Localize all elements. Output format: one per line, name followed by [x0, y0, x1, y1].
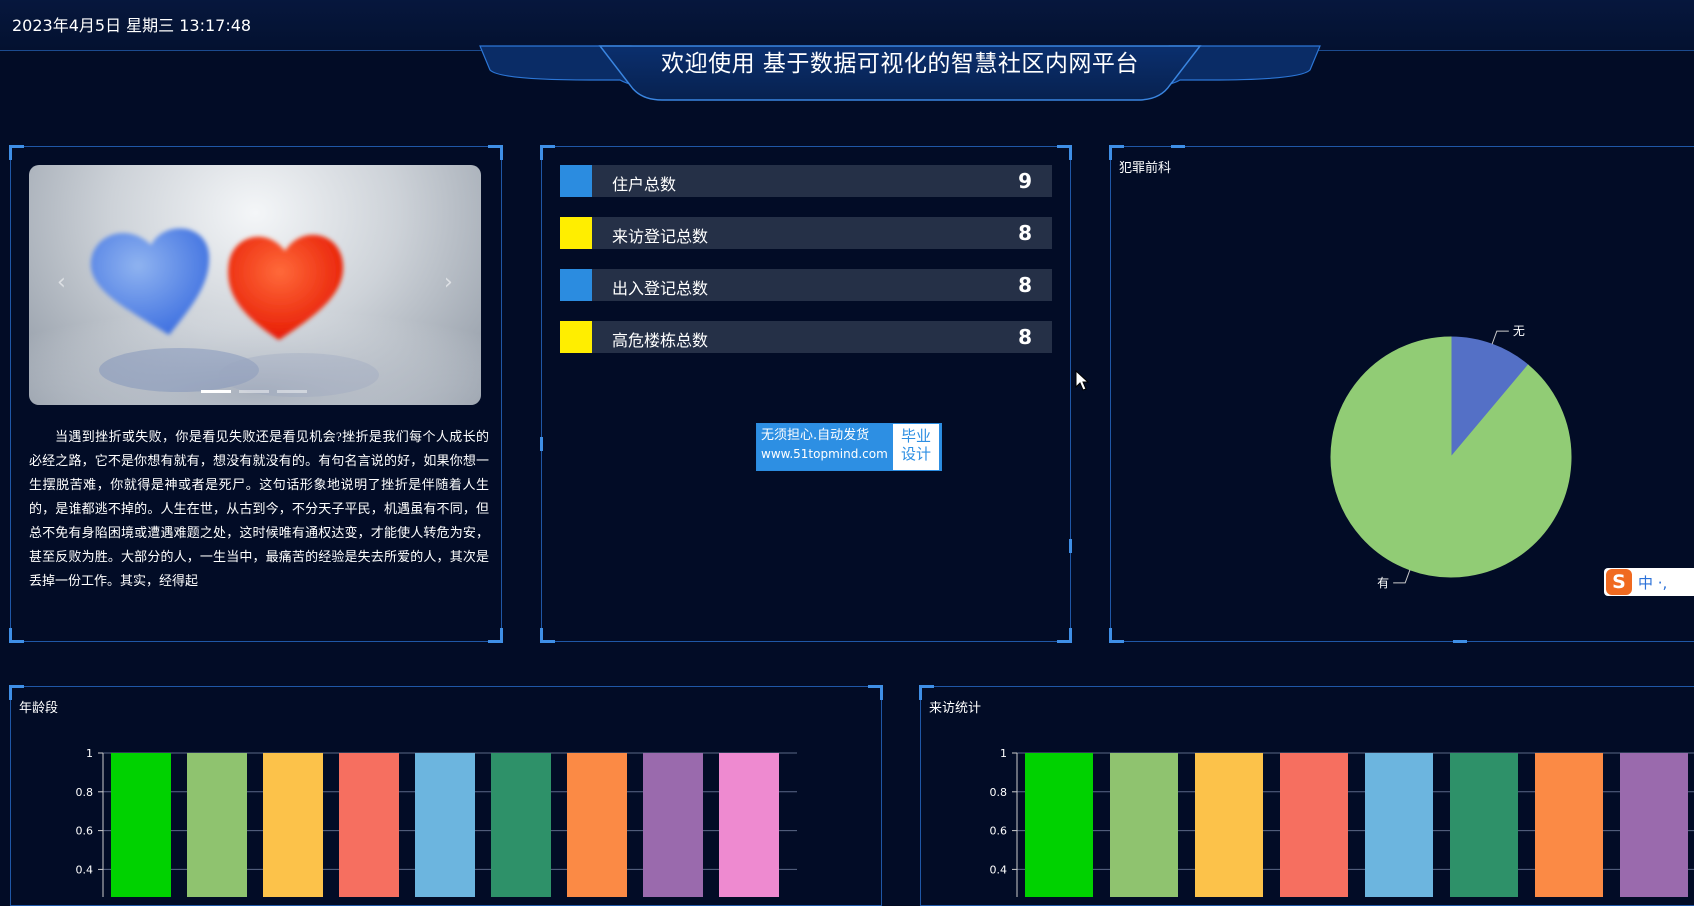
badge-tag-line1: 毕业	[900, 427, 931, 445]
ime-mode[interactable]: 中 ·,	[1638, 572, 1667, 593]
bar	[1195, 753, 1263, 897]
stat-value: 9	[1018, 169, 1032, 193]
panel-corner	[1057, 628, 1072, 643]
panel-corner	[9, 145, 24, 160]
bar	[1280, 753, 1348, 897]
y-tick-label: 0.8	[76, 786, 94, 799]
panel-corner	[540, 145, 555, 160]
stat-value: 8	[1018, 325, 1032, 349]
y-tick-label: 0.6	[76, 825, 94, 838]
mouse-cursor-icon	[1075, 370, 1089, 391]
intro-panel: ‹ › 当遇到挫折或失败，你是看见失败还是看见机会?挫折是我们每个人成长的必经之…	[9, 145, 503, 643]
ime-toolbar[interactable]: S 中 ·,	[1604, 568, 1694, 596]
age-group-panel: 年龄段 1 0.8 0.6 0.4	[9, 685, 883, 906]
carousel-dot[interactable]	[277, 390, 307, 393]
badge-tag-line2: 设计	[900, 445, 931, 463]
panel-edge-mark	[540, 437, 543, 451]
y-tick-label: 0.4	[76, 863, 94, 876]
bar	[1620, 753, 1688, 897]
visit-stats-panel: 来访统计 1 0.8 0.6 0.4	[919, 685, 1694, 906]
panel-corner	[488, 145, 503, 160]
y-tick-label: 0.4	[990, 863, 1008, 876]
stat-label: 高危楼栋总数	[612, 331, 709, 350]
carousel-next-icon[interactable]: ›	[444, 270, 453, 295]
panel-corner	[9, 628, 24, 643]
crime-pie-chart[interactable]: 无有	[1111, 147, 1691, 627]
pie-slice-label: 无	[1513, 324, 1525, 338]
bar	[1365, 753, 1433, 897]
stat-row-high-risk-buildings: 高危楼栋总数 8	[560, 321, 1052, 353]
stat-row-residents: 住户总数 9	[560, 165, 1052, 197]
stats-panel: 住户总数 9 来访登记总数 8 出入登记总数 8 高危楼栋总数 8 无须担心.自…	[540, 145, 1072, 643]
bar	[339, 753, 399, 897]
panel-edge-mark	[1453, 640, 1467, 643]
bar	[111, 753, 171, 897]
bar	[187, 753, 247, 897]
page-title: 欢迎使用 基于数据可视化的智慧社区内网平台	[661, 51, 1139, 77]
pie-slice	[1330, 336, 1572, 578]
bar	[491, 753, 551, 897]
panel-corner	[540, 628, 555, 643]
carousel-indicators	[201, 390, 307, 393]
bar	[415, 753, 475, 897]
badge-tag: 毕业 设计	[893, 424, 939, 470]
panel-corner	[1109, 628, 1124, 643]
stat-swatch	[560, 321, 592, 353]
bar	[643, 753, 703, 897]
stat-swatch	[560, 165, 592, 197]
intro-paragraph: 当遇到挫折或失败，你是看见失败还是看见机会?挫折是我们每个人成长的必经之路，它不…	[29, 429, 489, 588]
image-carousel[interactable]: ‹ ›	[29, 165, 481, 405]
bar	[263, 753, 323, 897]
stat-row-visitor-registrations: 来访登记总数 8	[560, 217, 1052, 249]
badge-url: www.51topmind.com	[761, 447, 888, 461]
panel-corner	[1057, 145, 1072, 160]
carousel-dot[interactable]	[239, 390, 269, 393]
y-tick-label: 1	[1000, 747, 1007, 760]
stat-label: 来访登记总数	[612, 227, 709, 246]
y-tick-label: 0.6	[990, 825, 1008, 838]
stat-swatch	[560, 269, 592, 301]
bar	[1025, 753, 1093, 897]
bar	[1450, 753, 1518, 897]
bar	[1110, 753, 1178, 897]
carousel-dot[interactable]	[201, 390, 231, 393]
stat-row-entry-exit: 出入登记总数 8	[560, 269, 1052, 301]
pie-slice-label: 有	[1377, 576, 1389, 590]
badge-text: 无须担心.自动发货 www.51topmind.com	[757, 424, 893, 470]
bar	[719, 753, 779, 897]
y-tick-label: 0.8	[990, 786, 1008, 799]
stat-label: 住户总数	[612, 175, 677, 194]
pie-label-line	[1393, 569, 1411, 584]
badge-line1: 无须担心.自动发货	[761, 428, 870, 443]
watermark-badge[interactable]: 无须担心.自动发货 www.51topmind.com 毕业 设计	[756, 423, 942, 471]
hearts-image	[29, 228, 481, 405]
pie-label-line	[1491, 330, 1509, 345]
ime-logo-icon: S	[1606, 569, 1632, 595]
stat-value: 8	[1018, 221, 1032, 245]
stat-label: 出入登记总数	[612, 279, 709, 298]
datetime: 2023年4月5日 星期三 13:17:48	[12, 16, 252, 35]
carousel-prev-icon[interactable]: ‹	[57, 270, 66, 295]
stat-swatch	[560, 217, 592, 249]
bar	[567, 753, 627, 897]
panel-corner	[488, 628, 503, 643]
visit-bar-chart[interactable]: 1 0.8 0.6 0.4	[921, 687, 1694, 897]
stat-value: 8	[1018, 273, 1032, 297]
panel-edge-mark	[1069, 539, 1072, 553]
age-bar-chart[interactable]: 1 0.8 0.6 0.4	[11, 687, 881, 897]
y-tick-label: 1	[86, 747, 93, 760]
bar	[1535, 753, 1603, 897]
